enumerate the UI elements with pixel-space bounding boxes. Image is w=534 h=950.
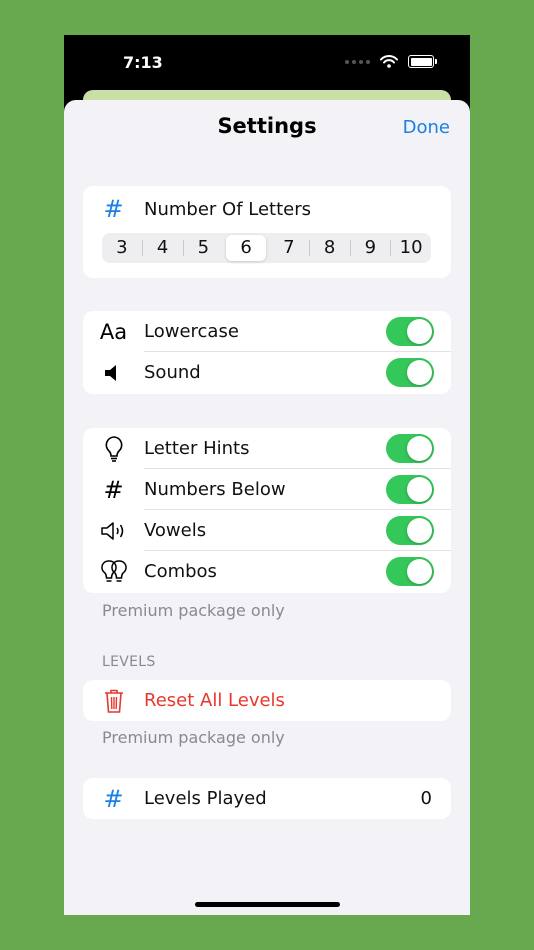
segment-9[interactable]: 9 [351, 235, 391, 261]
home-indicator [195, 902, 340, 907]
letters-row: # Number Of Letters [83, 186, 451, 232]
levels-played-row: # Levels Played 0 [83, 778, 451, 819]
display-options-card: Aa Lowercase Sound [83, 311, 451, 394]
segment-4[interactable]: 4 [143, 235, 183, 261]
vowels-toggle[interactable] [386, 516, 434, 545]
reset-levels-row[interactable]: Reset All Levels [83, 680, 451, 721]
sound-label: Sound [144, 362, 201, 383]
speaker-wave-icon [83, 520, 144, 542]
lowercase-icon: Aa [99, 319, 128, 344]
segment-6-selected[interactable]: 6 [226, 235, 266, 261]
sound-toggle[interactable] [386, 358, 434, 387]
status-icons [345, 55, 437, 68]
vowels-row: Vowels [83, 510, 451, 551]
settings-sheet: Settings Done # Number Of Letters 3 4 5 … [64, 100, 470, 915]
letter-hints-toggle[interactable] [386, 434, 434, 463]
levels-section-header: LEVELS [102, 654, 156, 670]
letters-card: # Number Of Letters 3 4 5 6 7 8 9 10 [83, 186, 451, 278]
speaker-icon [83, 362, 144, 384]
levels-premium-note: Premium package only [102, 728, 285, 747]
segment-5[interactable]: 5 [184, 235, 224, 261]
levels-played-value: 0 [420, 788, 432, 809]
lightbulb-icon [83, 435, 144, 463]
battery-icon [408, 55, 437, 68]
letters-label: Number Of Letters [144, 198, 312, 220]
combos-toggle[interactable] [386, 557, 434, 586]
sound-row: Sound [83, 352, 451, 393]
hash-icon: # [103, 475, 124, 504]
segment-10[interactable]: 10 [391, 235, 431, 261]
status-time: 7:13 [123, 53, 163, 72]
signal-icon [345, 59, 370, 64]
letter-hints-row: Letter Hints [83, 428, 451, 469]
lowercase-row: Aa Lowercase [83, 311, 451, 352]
numbers-below-toggle[interactable] [386, 475, 434, 504]
combos-row: Combos [83, 551, 451, 592]
combos-label: Combos [144, 561, 217, 582]
numbers-below-label: Numbers Below [144, 479, 286, 500]
letters-segmented-control[interactable]: 3 4 5 6 7 8 9 10 [102, 233, 431, 263]
done-button[interactable]: Done [403, 117, 450, 138]
levels-played-label: Levels Played [144, 788, 267, 809]
vowels-label: Vowels [144, 520, 207, 541]
trash-icon [83, 688, 144, 714]
double-lightbulb-icon [83, 558, 144, 586]
segment-7[interactable]: 7 [269, 235, 309, 261]
phone-screen: 7:13 Settings Done # Number Of Letters 3… [64, 35, 470, 915]
lowercase-toggle[interactable] [386, 317, 434, 346]
hash-icon: # [103, 784, 124, 813]
letter-hints-label: Letter Hints [144, 438, 250, 459]
lowercase-label: Lowercase [144, 321, 239, 342]
hash-icon: # [103, 195, 124, 223]
hint-options-card: Letter Hints # Numbers Below Vowels Comb… [83, 428, 451, 593]
numbers-below-row: # Numbers Below [83, 469, 451, 510]
wifi-icon [380, 55, 398, 68]
levels-played-card: # Levels Played 0 [83, 778, 451, 819]
reset-levels-card[interactable]: Reset All Levels [83, 680, 451, 721]
segment-3[interactable]: 3 [102, 235, 142, 261]
reset-levels-label[interactable]: Reset All Levels [144, 690, 451, 711]
premium-note: Premium package only [102, 601, 285, 620]
segment-8[interactable]: 8 [310, 235, 350, 261]
